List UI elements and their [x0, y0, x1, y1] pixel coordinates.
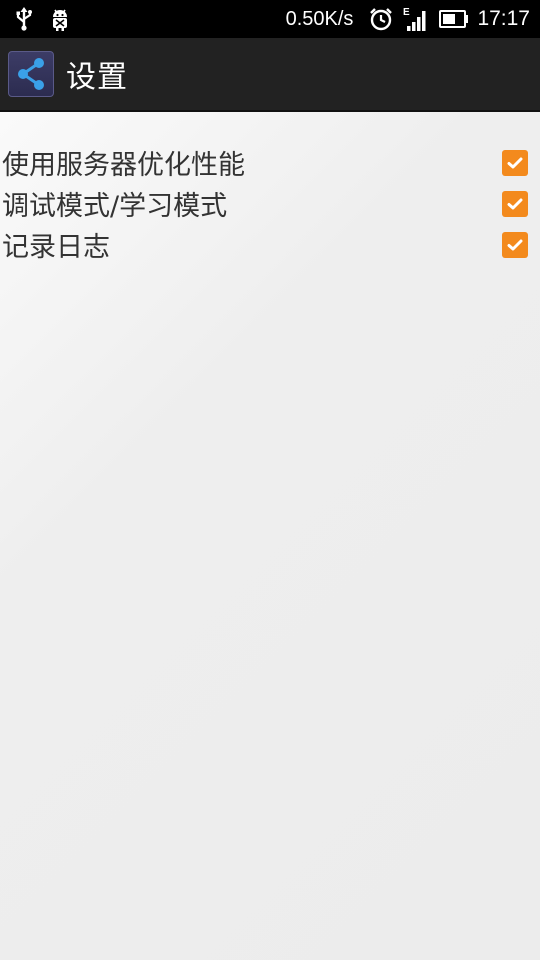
checkbox-debug-mode[interactable] — [502, 190, 528, 217]
share-icon[interactable] — [8, 51, 54, 97]
setting-log[interactable]: 记录日志 — [0, 224, 540, 265]
setting-label: 调试模式/学习模式 — [2, 191, 228, 222]
settings-list: 使用服务器优化性能 调试模式/学习模式 记录日志 — [0, 142, 540, 265]
checkmark-icon — [507, 239, 523, 250]
page-title: 设置 — [66, 60, 128, 95]
action-bar: 设置 — [0, 38, 540, 112]
checkbox-server-optimize[interactable] — [502, 149, 528, 176]
setting-label: 使用服务器优化性能 — [2, 150, 245, 181]
usb-icon — [14, 7, 34, 31]
checkbox-log[interactable] — [502, 231, 528, 258]
setting-label: 记录日志 — [2, 232, 110, 263]
checkmark-icon — [507, 157, 523, 168]
checkmark-icon — [507, 198, 523, 209]
network-type-label: E — [403, 7, 410, 18]
setting-debug-mode[interactable]: 调试模式/学习模式 — [0, 183, 540, 224]
signal-icon: E — [403, 6, 429, 32]
battery-icon — [439, 10, 469, 28]
network-speed: 0.50K/s — [285, 7, 354, 30]
status-bar-right: 0.50K/s E 17:17 — [286, 6, 530, 32]
status-bar: 0.50K/s E 17:17 — [0, 0, 540, 38]
setting-server-optimize[interactable]: 使用服务器优化性能 — [0, 142, 540, 183]
android-debug-icon — [48, 7, 72, 31]
status-bar-left — [14, 7, 72, 31]
status-clock: 17:17 — [477, 7, 530, 30]
settings-content: 使用服务器优化性能 调试模式/学习模式 记录日志 — [0, 112, 540, 960]
alarm-icon — [369, 7, 393, 31]
